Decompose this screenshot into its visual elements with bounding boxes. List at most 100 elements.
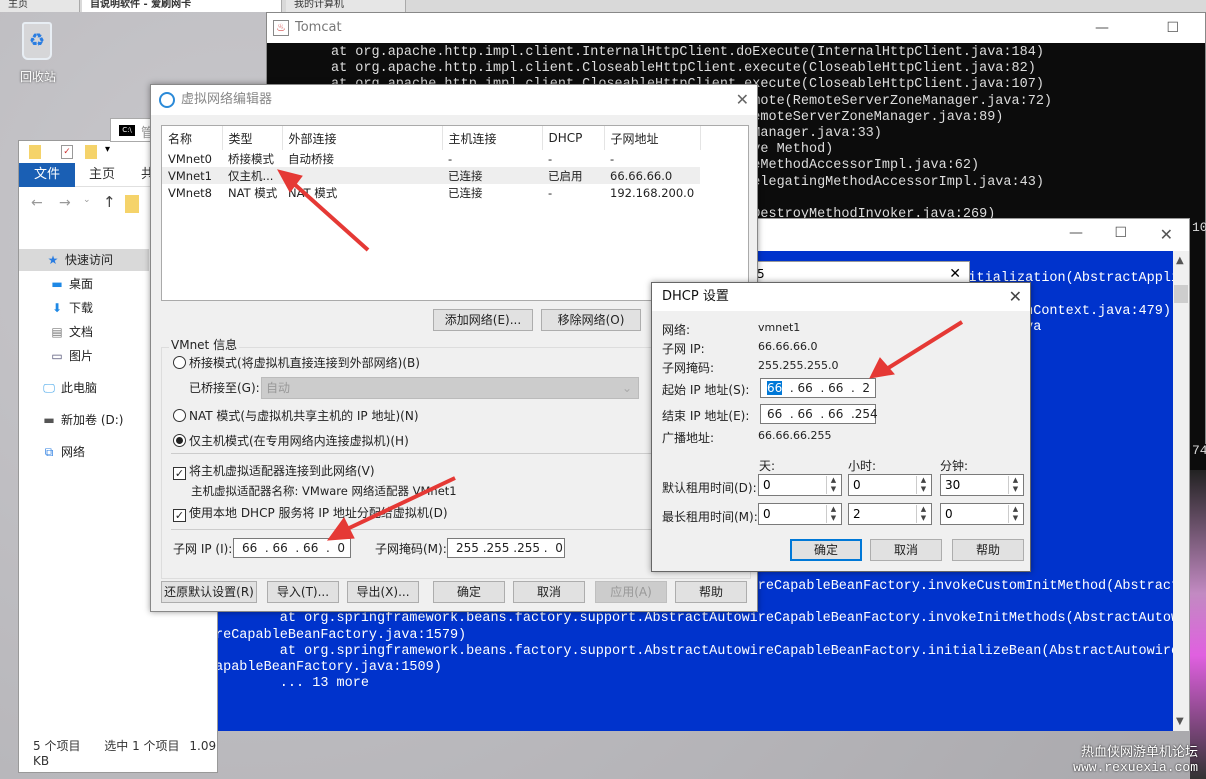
checkbox-checked[interactable]: ✓ [173, 509, 186, 522]
column-header[interactable]: 类型 [222, 126, 283, 150]
radio-host-only[interactable]: 仅主机模式(在专用网络内连接虚拟机)(H) [173, 433, 409, 449]
cell-name: VMnet8 [168, 185, 212, 200]
dhcp-cancel-button[interactable]: 取消 [870, 539, 942, 561]
cancel-button[interactable]: 取消 [513, 581, 585, 603]
bridged-to-select[interactable]: 自动 ⌄ [261, 377, 639, 399]
network-row[interactable]: VMnet0 桥接模式 自动桥接 - - - [162, 150, 700, 167]
spinner-arrows-icon[interactable]: ▲ ▼ [1008, 476, 1022, 494]
sidebar-item-desktop[interactable]: ▬ 桌面 [19, 273, 149, 295]
dhcp-ok-button[interactable]: 确定 [790, 539, 862, 561]
chevron-down-icon[interactable]: ⌄ [83, 195, 91, 205]
properties-icon[interactable]: ✓ [61, 145, 73, 159]
radio-button-selected[interactable] [173, 434, 186, 447]
restore-defaults-button[interactable]: 还原默认设置(R) [161, 581, 257, 603]
close-icon[interactable]: ✕ [1009, 283, 1022, 311]
sidebar-item-drive-d[interactable]: ▬ 新加卷 (D:) [19, 409, 149, 431]
console-line: apableBeanFactory.java:1509) [215, 660, 442, 676]
column-header[interactable]: DHCP [542, 126, 605, 150]
up-icon[interactable]: ↑ [103, 193, 116, 211]
folder-icon[interactable] [29, 145, 41, 159]
checkbox-connect-adapter[interactable]: ✓ 将主机虚拟适配器连接到此网络(V) [173, 463, 375, 480]
tab-file[interactable]: 文件 [19, 163, 75, 187]
minimize-icon[interactable]: — [1069, 225, 1083, 241]
network-row[interactable]: VMnet8 NAT 模式 NAT 模式 已连接 - 192.168.200.0 [162, 184, 700, 201]
spinner-arrows-icon[interactable]: ▲ ▼ [916, 476, 930, 494]
network-list[interactable]: 名称 类型 外部连接 主机连接 DHCP 子网地址 VMnet0 桥接模式 自动… [161, 125, 749, 301]
sidebar-item-quick-access[interactable]: ★ 快速访问 [19, 249, 149, 271]
tab-home[interactable]: 主页 [89, 163, 115, 187]
export-button[interactable]: 导出(X)... [347, 581, 419, 603]
taskbar-tab-home[interactable]: 主页 [0, 0, 80, 12]
max-lease-hours[interactable]: 2 ▲ ▼ [848, 503, 932, 525]
recycle-bin-label: 回收站 [19, 70, 56, 84]
recycle-bin-icon[interactable] [22, 22, 52, 60]
default-lease-minutes[interactable]: 30 ▲ ▼ [940, 474, 1024, 496]
help-button[interactable]: 帮助 [675, 581, 747, 603]
back-icon[interactable]: ← [31, 195, 43, 211]
dhcp-settings-dialog: DHCP 设置 ✕ 网络: vmnet1 子网 IP: 66.66.66.0 子… [651, 282, 1031, 572]
vne-titlebar[interactable]: 虚拟网络编辑器 ✕ [151, 85, 757, 115]
start-ip-label: 起始 IP 地址(S): [662, 383, 750, 397]
ok-button[interactable]: 确定 [433, 581, 505, 603]
sidebar-item-network[interactable]: ⧉ 网络 [19, 441, 149, 463]
network-row-selected[interactable]: VMnet1 仅主机... - 已连接 已启用 66.66.66.0 [162, 167, 700, 184]
sidebar-item-downloads[interactable]: ⬇ 下载 [19, 297, 149, 319]
checkbox-checked[interactable]: ✓ [173, 467, 186, 480]
minimize-icon[interactable]: — [1095, 13, 1109, 43]
vmnet-info-label: VMnet 信息 [169, 336, 240, 353]
forward-icon[interactable]: → [59, 195, 71, 211]
taskbar-tab-computer[interactable]: 我的计算机 [286, 0, 406, 12]
column-header[interactable]: 子网地址 [604, 126, 701, 150]
radio-bridged[interactable]: 桥接模式(将虚拟机直接连接到外部网络)(B) [173, 355, 420, 371]
spinner-arrows-icon[interactable]: ▲ ▼ [916, 505, 930, 523]
spinner-arrows-icon[interactable]: ▲ ▼ [1008, 505, 1022, 523]
selected-count: 选中 1 个项目 [104, 739, 180, 753]
spinner-arrows-icon[interactable]: ▲ ▼ [826, 505, 840, 523]
scroll-up-icon[interactable]: ▲ [1176, 255, 1184, 266]
scroll-thumb[interactable] [1174, 285, 1188, 303]
apply-button[interactable]: 应用(A) [595, 581, 667, 603]
scrollbar[interactable]: ▲ ▼ [1173, 251, 1189, 731]
dhcp-titlebar[interactable]: DHCP 设置 ✕ [652, 283, 1030, 311]
column-header[interactable]: 名称 [162, 126, 223, 150]
add-network-button[interactable]: 添加网络(E)... [433, 309, 533, 331]
chevron-down-icon[interactable]: ▾ [105, 144, 110, 155]
end-ip-input[interactable]: 66 . 66 . 66 .254 [760, 404, 878, 424]
close-icon[interactable]: ✕ [736, 85, 749, 115]
default-lease-hours[interactable]: 0 ▲ ▼ [848, 474, 932, 496]
max-lease-days[interactable]: 0 ▲ ▼ [758, 503, 842, 525]
dhcp-help-button[interactable]: 帮助 [952, 539, 1024, 561]
new-folder-icon[interactable] [85, 145, 97, 159]
checkbox-dhcp[interactable]: ✓ 使用本地 DHCP 服务将 IP 地址分配给虚拟机(D) [173, 505, 448, 522]
cell-external: 自动桥接 [288, 151, 334, 166]
sidebar-item-this-pc[interactable]: 🖵 此电脑 [19, 377, 149, 399]
start-ip-input[interactable]: 66 . 66 . 66 . 2 [760, 378, 876, 398]
spinner-arrows-icon[interactable]: ▲ ▼ [826, 476, 840, 494]
console-line: at org.springframework.beans.factory.sup… [215, 611, 1175, 627]
desktop-icon: ▬ [51, 277, 63, 291]
remove-network-button[interactable]: 移除网络(O) [541, 309, 641, 331]
radio-nat[interactable]: NAT 模式(与虚拟机共享主机的 IP 地址)(N) [173, 408, 419, 424]
taskbar-tab-active[interactable]: 自说明软件 - 爱刷网卡 [82, 0, 282, 12]
maximize-icon[interactable]: ☐ [1114, 225, 1127, 241]
tomcat-titlebar[interactable]: ♨ Tomcat — ☐ [267, 13, 1205, 43]
subnet-ip-input[interactable]: 66 . 66 . 66 . 0 [233, 538, 351, 558]
maximize-icon[interactable]: ☐ [1166, 13, 1179, 43]
import-button[interactable]: 导入(T)... [267, 581, 339, 603]
radio-button[interactable] [173, 409, 186, 422]
subnet-ip-value: 66.66.66.0 [758, 340, 818, 353]
subnet-mask-input[interactable]: 255 .255 .255 . 0 [447, 538, 565, 558]
adapter-name: 主机虚拟适配器名称: VMware 网络适配器 VMnet1 [191, 484, 457, 498]
radio-button[interactable] [173, 356, 186, 369]
max-lease-minutes[interactable]: 0 ▲ ▼ [940, 503, 1024, 525]
close-icon[interactable]: ✕ [1160, 225, 1173, 244]
cell-name: VMnet0 [168, 151, 212, 166]
column-header[interactable]: 主机连接 [442, 126, 543, 150]
sidebar-item-documents[interactable]: ▤ 文档 [19, 321, 149, 343]
scroll-down-icon[interactable]: ▼ [1176, 716, 1184, 727]
column-header[interactable]: 外部连接 [282, 126, 443, 150]
cell-dhcp: - [548, 151, 553, 166]
default-lease-days[interactable]: 0 ▲ ▼ [758, 474, 842, 496]
tomcat-title: Tomcat [295, 20, 342, 35]
sidebar-item-pictures[interactable]: ▭ 图片 [19, 345, 149, 367]
